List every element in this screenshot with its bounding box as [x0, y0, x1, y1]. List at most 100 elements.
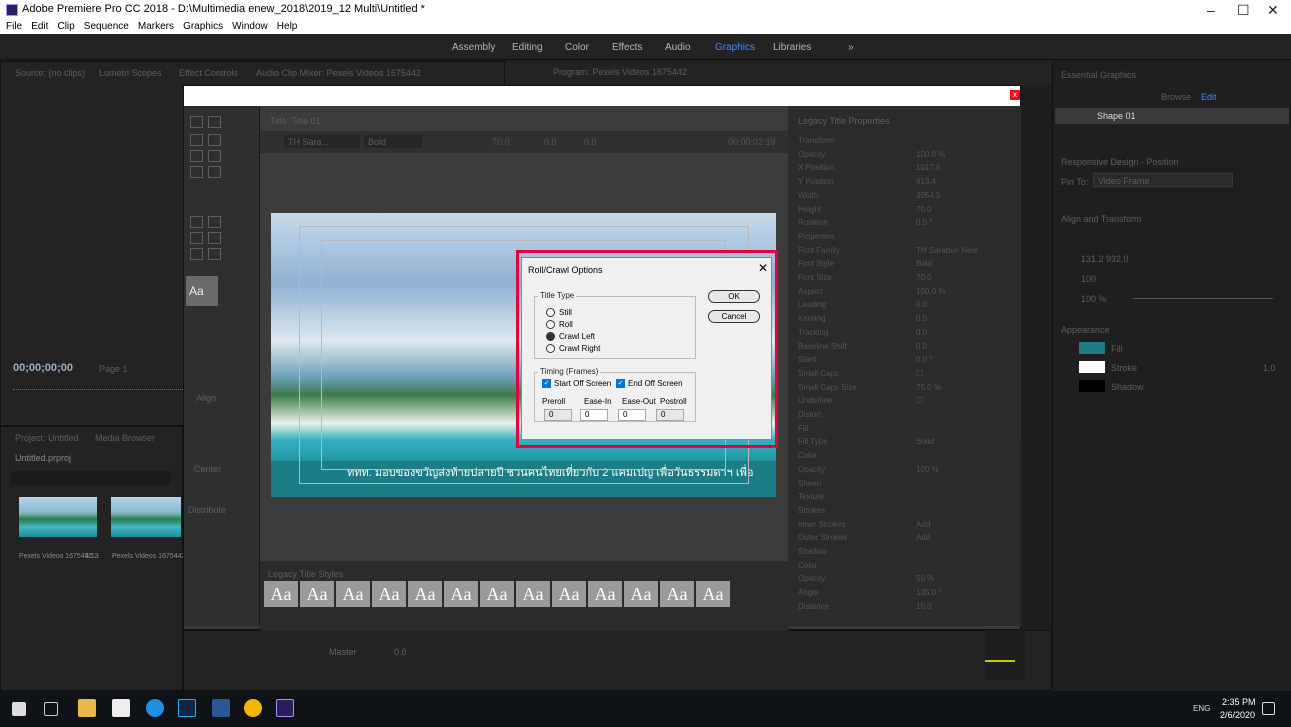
clock-date[interactable]: 2/6/2020 — [1220, 710, 1255, 720]
dialog-close-icon[interactable]: ✕ — [758, 261, 768, 275]
title-style-swatch[interactable]: Aa — [624, 581, 658, 607]
postroll-input[interactable]: 0 — [656, 409, 684, 421]
workspace-assembly[interactable]: Assembly — [452, 42, 495, 53]
property-value[interactable]: 100.0 % — [916, 287, 945, 296]
tab-essential-graphics[interactable]: Essential Graphics — [1061, 70, 1136, 80]
path-type-tool-icon[interactable] — [208, 150, 221, 162]
edge-icon[interactable] — [146, 699, 164, 717]
title-style-swatch[interactable]: Aa — [444, 581, 478, 607]
pin-to-select[interactable]: Video Frame — [1093, 173, 1233, 187]
workspace-color[interactable]: Color — [565, 42, 589, 53]
property-value[interactable]: 0.0 — [916, 342, 927, 351]
property-value[interactable]: 100.0 % — [916, 150, 945, 159]
easein-input[interactable]: 0 — [580, 409, 608, 421]
tab-program[interactable]: Program: Pexels Videos 1675442 — [553, 67, 687, 77]
property-value[interactable]: 0.0 — [916, 328, 927, 337]
workspace-libraries[interactable]: Libraries — [773, 42, 811, 53]
tab-audio-clip-mixer[interactable]: Audio Clip Mixer: Pexels Videos 1675442 — [256, 68, 421, 78]
source-time-ruler[interactable] — [13, 387, 183, 390]
rectangle-tool-icon[interactable] — [190, 216, 203, 228]
title-style-swatch[interactable]: Aa — [264, 581, 298, 607]
add-anchor-tool-icon[interactable] — [208, 166, 221, 178]
project-search-input[interactable] — [11, 471, 171, 485]
font-size-value[interactable]: 70.0 — [492, 137, 510, 147]
minimize-button[interactable]: – — [1207, 2, 1215, 18]
property-value[interactable]: Add — [916, 533, 930, 542]
tab-browse[interactable]: Browse — [1161, 92, 1191, 102]
property-value[interactable]: 70.0 — [916, 205, 932, 214]
workspace-graphics[interactable]: Graphics — [715, 42, 755, 53]
opacity-value[interactable]: 100 % — [1081, 294, 1107, 304]
tab-source[interactable]: Source: (no clips) — [15, 68, 85, 78]
ellipse-tool-icon[interactable] — [190, 232, 203, 244]
title-style-swatch[interactable]: Aa — [336, 581, 370, 607]
file-explorer-icon[interactable] — [78, 699, 96, 717]
vertical-type-tool-icon[interactable] — [208, 134, 221, 146]
clip-thumbnail[interactable] — [111, 497, 181, 537]
task-view-icon[interactable] — [44, 702, 58, 716]
tab-media-browser[interactable]: Media Browser — [95, 433, 155, 443]
end-off-screen-checkbox[interactable]: ✓ End Off Screen — [616, 379, 683, 389]
property-value[interactable]: 0.0 — [916, 300, 927, 309]
leading-value[interactable]: 0.0 — [584, 137, 597, 147]
fill-swatch[interactable] — [1079, 342, 1105, 354]
stroke-width[interactable]: 1.0 — [1263, 363, 1276, 373]
radio-crawl-left[interactable]: Crawl Left — [546, 332, 595, 342]
radio-roll[interactable]: Roll — [546, 320, 573, 330]
clip-thumbnail[interactable] — [19, 497, 97, 537]
title-style-swatch[interactable]: Aa — [588, 581, 622, 607]
property-value[interactable]: 913.4 — [916, 177, 936, 186]
property-value[interactable]: 10.0 — [916, 602, 932, 611]
property-value[interactable]: 1017.6 — [916, 163, 940, 172]
rotation-tool-icon[interactable] — [208, 116, 221, 128]
rounded-rect-tool-icon[interactable] — [208, 216, 221, 228]
easeout-input[interactable]: 0 — [618, 409, 646, 421]
title-style-swatch[interactable]: Aa — [372, 581, 406, 607]
property-value[interactable]: 0.0 — [916, 314, 927, 323]
title-style-swatch[interactable]: Aa — [660, 581, 694, 607]
wedge-tool-icon[interactable] — [190, 248, 203, 260]
area-type-tool-icon[interactable] — [190, 150, 203, 162]
workspace-audio[interactable]: Audio — [665, 42, 691, 53]
word-icon[interactable] — [212, 699, 230, 717]
workspace-editing[interactable]: Editing — [512, 42, 543, 53]
property-value[interactable]: ☐ — [916, 396, 923, 405]
menu-window[interactable]: Window — [232, 20, 268, 34]
tab-lumetri-scopes[interactable]: Lumetri Scopes — [99, 68, 162, 78]
close-window-button[interactable]: ✕ — [1267, 2, 1279, 19]
radio-still[interactable]: Still — [546, 308, 572, 318]
tab-edit[interactable]: Edit — [1201, 92, 1217, 102]
tab-title[interactable]: Title: Title 01 — [270, 116, 321, 126]
maximize-button[interactable]: ☐ — [1237, 2, 1250, 19]
title-style-swatch[interactable]: Aa — [408, 581, 442, 607]
property-value[interactable]: ☐ — [916, 369, 923, 378]
menu-graphics[interactable]: Graphics — [183, 20, 223, 34]
title-window-close-button[interactable]: x — [1010, 90, 1020, 100]
preroll-input[interactable]: 0 — [544, 409, 572, 421]
line-tool-icon[interactable] — [208, 248, 221, 260]
property-value[interactable]: 135.0 ° — [916, 588, 941, 597]
arc-tool-icon[interactable] — [208, 232, 221, 244]
menu-help[interactable]: Help — [277, 20, 298, 34]
start-off-screen-checkbox[interactable]: ✓ Start Off Screen — [542, 379, 611, 389]
property-value[interactable]: 0.0 ° — [916, 355, 933, 364]
selection-tool-icon[interactable] — [190, 116, 203, 128]
property-value[interactable]: 50 % — [916, 574, 934, 583]
title-style-swatch[interactable]: Aa — [696, 581, 730, 607]
chrome-icon[interactable] — [244, 699, 262, 717]
photoshop-icon[interactable] — [178, 699, 196, 717]
title-style-swatch[interactable]: Aa — [552, 581, 586, 607]
shadow-swatch[interactable] — [1079, 380, 1105, 392]
store-icon[interactable] — [112, 699, 130, 717]
tab-project[interactable]: Project: Untitled — [15, 433, 79, 443]
input-language[interactable]: ENG — [1193, 704, 1210, 713]
font-family-select[interactable]: TH Sara... — [284, 135, 360, 148]
menu-sequence[interactable]: Sequence — [84, 20, 129, 34]
font-style-select[interactable]: Bold — [364, 135, 422, 148]
layer-row[interactable]: Shape 01 — [1055, 108, 1289, 124]
title-style-swatch[interactable]: Aa — [300, 581, 334, 607]
menu-markers[interactable]: Markers — [138, 20, 174, 34]
property-value[interactable]: TH Sarabun New — [916, 246, 977, 255]
opacity-slider[interactable] — [1133, 298, 1273, 299]
page-selector[interactable]: Page 1 — [99, 364, 128, 374]
